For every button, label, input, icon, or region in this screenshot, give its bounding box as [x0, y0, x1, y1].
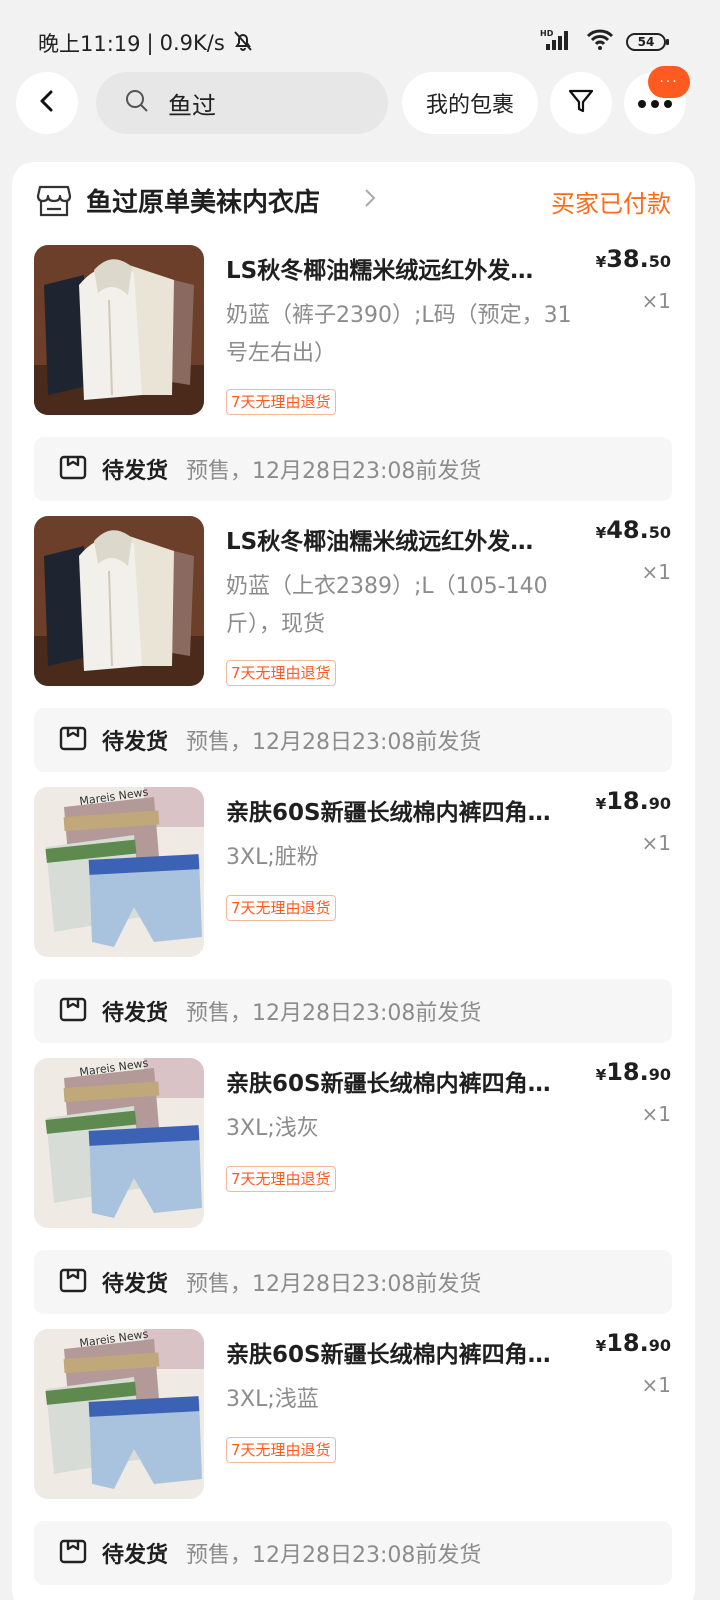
shipping-status-note: 预售，12月28日23:08前发货 — [186, 1001, 482, 1026]
order-card: 鱼过原单美袜内衣店 买家已付款 LS秋冬椰油糯米绒远红外发… 奶蓝（裤子2390）… — [12, 162, 695, 1600]
product-price: ¥18.90 — [596, 1058, 671, 1086]
return-policy-tag: 7天无理由退货 — [226, 1166, 336, 1192]
price-dec: 50 — [648, 523, 671, 542]
price-yen: ¥ — [595, 1337, 607, 1355]
product-spec: 奶蓝（上衣2389）;L（105-140斤），现货 — [226, 574, 548, 637]
order-item[interactable]: LS秋冬椰油糯米绒远红外发… 奶蓝（裤子2390）;L码（预定，31号左右出） 7天… — [12, 245, 695, 425]
price-yen: ¥ — [595, 1066, 607, 1084]
shipping-status-note: 预售，12月28日23:08前发货 — [186, 459, 482, 484]
notification-badge: ··· — [648, 66, 690, 98]
shipping-status-note: 预售，12月28日23:08前发货 — [186, 1272, 482, 1297]
product-image[interactable]: Mareis News — [34, 1058, 204, 1228]
header-bar: 鱼过 我的包裹 — [0, 72, 720, 136]
shipping-status-row[interactable]: 待发货 预售，12月28日23:08前发货 — [34, 979, 672, 1043]
shipping-status-label: 待发货 — [102, 730, 169, 755]
signal-icon: HD — [540, 28, 574, 56]
product-quantity: ×1 — [641, 1102, 671, 1126]
shop-icon — [36, 184, 72, 222]
price-dec: 90 — [648, 1065, 671, 1084]
package-box-icon — [58, 723, 88, 757]
product-quantity: ×1 — [641, 831, 671, 855]
shipping-status-label: 待发货 — [102, 459, 169, 484]
package-box-icon — [58, 1536, 88, 1570]
return-policy-tag: 7天无理由退货 — [226, 1437, 336, 1463]
product-quantity: ×1 — [641, 560, 671, 584]
shipping-status-label: 待发货 — [102, 1272, 169, 1297]
product-spec: 3XL;浅灰 — [226, 1116, 319, 1141]
status-time: 晚上11:19 — [38, 32, 141, 56]
price-dec: 90 — [648, 1336, 671, 1355]
product-quantity: ×1 — [641, 289, 671, 313]
search-input[interactable]: 鱼过 — [96, 72, 388, 134]
shipping-status-note: 预售，12月28日23:08前发货 — [186, 1543, 482, 1568]
order-status: 买家已付款 — [551, 190, 671, 218]
svg-text:HD: HD — [540, 29, 554, 38]
product-title[interactable]: 亲肤60S新疆长绒棉内裤四角… — [226, 1335, 586, 1369]
price-int: 38. — [606, 245, 649, 273]
order-item[interactable]: Mareis News 亲肤60S新疆长绒棉内裤四角… 3XL;浅蓝 7天无理由退货… — [12, 1329, 695, 1509]
package-box-icon — [58, 994, 88, 1028]
price-yen: ¥ — [595, 795, 607, 813]
battery-indicator: 54 — [626, 33, 669, 51]
product-price: ¥38.50 — [596, 245, 671, 273]
price-int: 18. — [606, 787, 649, 815]
product-price: ¥18.90 — [596, 1329, 671, 1357]
shipping-status-note: 预售，12月28日23:08前发货 — [186, 730, 482, 755]
shipping-status-label: 待发货 — [102, 1001, 169, 1026]
filter-button[interactable] — [550, 72, 612, 134]
status-speed: 0.9K/s — [159, 31, 225, 55]
shop-header[interactable]: 鱼过原单美袜内衣店 买家已付款 — [12, 162, 695, 242]
search-query: 鱼过 — [168, 91, 216, 120]
wifi-icon — [586, 29, 614, 55]
status-separator: | — [146, 31, 154, 55]
product-title[interactable]: 亲肤60S新疆长绒棉内裤四角… — [226, 793, 586, 827]
package-box-icon — [58, 1265, 88, 1299]
product-quantity: ×1 — [641, 1373, 671, 1397]
product-spec: 奶蓝（裤子2390）;L码（预定，31号左右出） — [226, 303, 572, 366]
search-icon — [124, 88, 150, 118]
price-yen: ¥ — [595, 253, 607, 271]
price-dec: 50 — [648, 252, 671, 271]
price-yen: ¥ — [595, 524, 607, 542]
return-policy-tag: 7天无理由退货 — [226, 389, 336, 415]
product-image[interactable] — [34, 516, 204, 686]
filter-icon — [567, 87, 595, 119]
status-bar: 晚上11:19 | 0.9K/s HD 54 — [0, 0, 720, 80]
product-title[interactable]: LS秋冬椰油糯米绒远红外发… — [226, 251, 586, 285]
return-policy-tag: 7天无理由退货 — [226, 660, 336, 686]
price-int: 48. — [606, 516, 649, 544]
shipping-status-row[interactable]: 待发货 预售，12月28日23:08前发货 — [34, 1250, 672, 1314]
shipping-status-label: 待发货 — [102, 1543, 169, 1568]
back-button[interactable] — [16, 72, 78, 134]
chevron-right-icon — [362, 186, 378, 214]
product-image[interactable] — [34, 245, 204, 415]
shop-name[interactable]: 鱼过原单美袜内衣店 — [86, 182, 320, 219]
shipping-status-row[interactable]: 待发货 预售，12月28日23:08前发货 — [34, 708, 672, 772]
product-image[interactable]: Mareis News — [34, 1329, 204, 1499]
package-box-icon — [58, 452, 88, 486]
order-item[interactable]: Mareis News 亲肤60S新疆长绒棉内裤四角… 3XL;脏粉 7天无理由退货… — [12, 787, 695, 967]
product-image[interactable]: Mareis News — [34, 787, 204, 957]
return-policy-tag: 7天无理由退货 — [226, 895, 336, 921]
product-spec: 3XL;脏粉 — [226, 845, 319, 870]
order-item[interactable]: Mareis News 亲肤60S新疆长绒棉内裤四角… 3XL;浅灰 7天无理由退货… — [12, 1058, 695, 1238]
product-spec: 3XL;浅蓝 — [226, 1387, 319, 1412]
back-arrow-icon — [35, 89, 59, 117]
product-price: ¥18.90 — [596, 787, 671, 815]
mute-bell-icon — [231, 29, 255, 58]
product-title[interactable]: LS秋冬椰油糯米绒远红外发… — [226, 522, 586, 556]
price-int: 18. — [606, 1329, 649, 1357]
shipping-status-row[interactable]: 待发货 预售，12月28日23:08前发货 — [34, 1521, 672, 1585]
shipping-status-row[interactable]: 待发货 预售，12月28日23:08前发货 — [34, 437, 672, 501]
order-item[interactable]: LS秋冬椰油糯米绒远红外发… 奶蓝（上衣2389）;L（105-140斤），现货 7… — [12, 516, 695, 696]
my-packages-button[interactable]: 我的包裹 — [402, 72, 538, 134]
price-int: 18. — [606, 1058, 649, 1086]
product-title[interactable]: 亲肤60S新疆长绒棉内裤四角… — [226, 1064, 586, 1098]
price-dec: 90 — [648, 794, 671, 813]
product-price: ¥48.50 — [596, 516, 671, 544]
